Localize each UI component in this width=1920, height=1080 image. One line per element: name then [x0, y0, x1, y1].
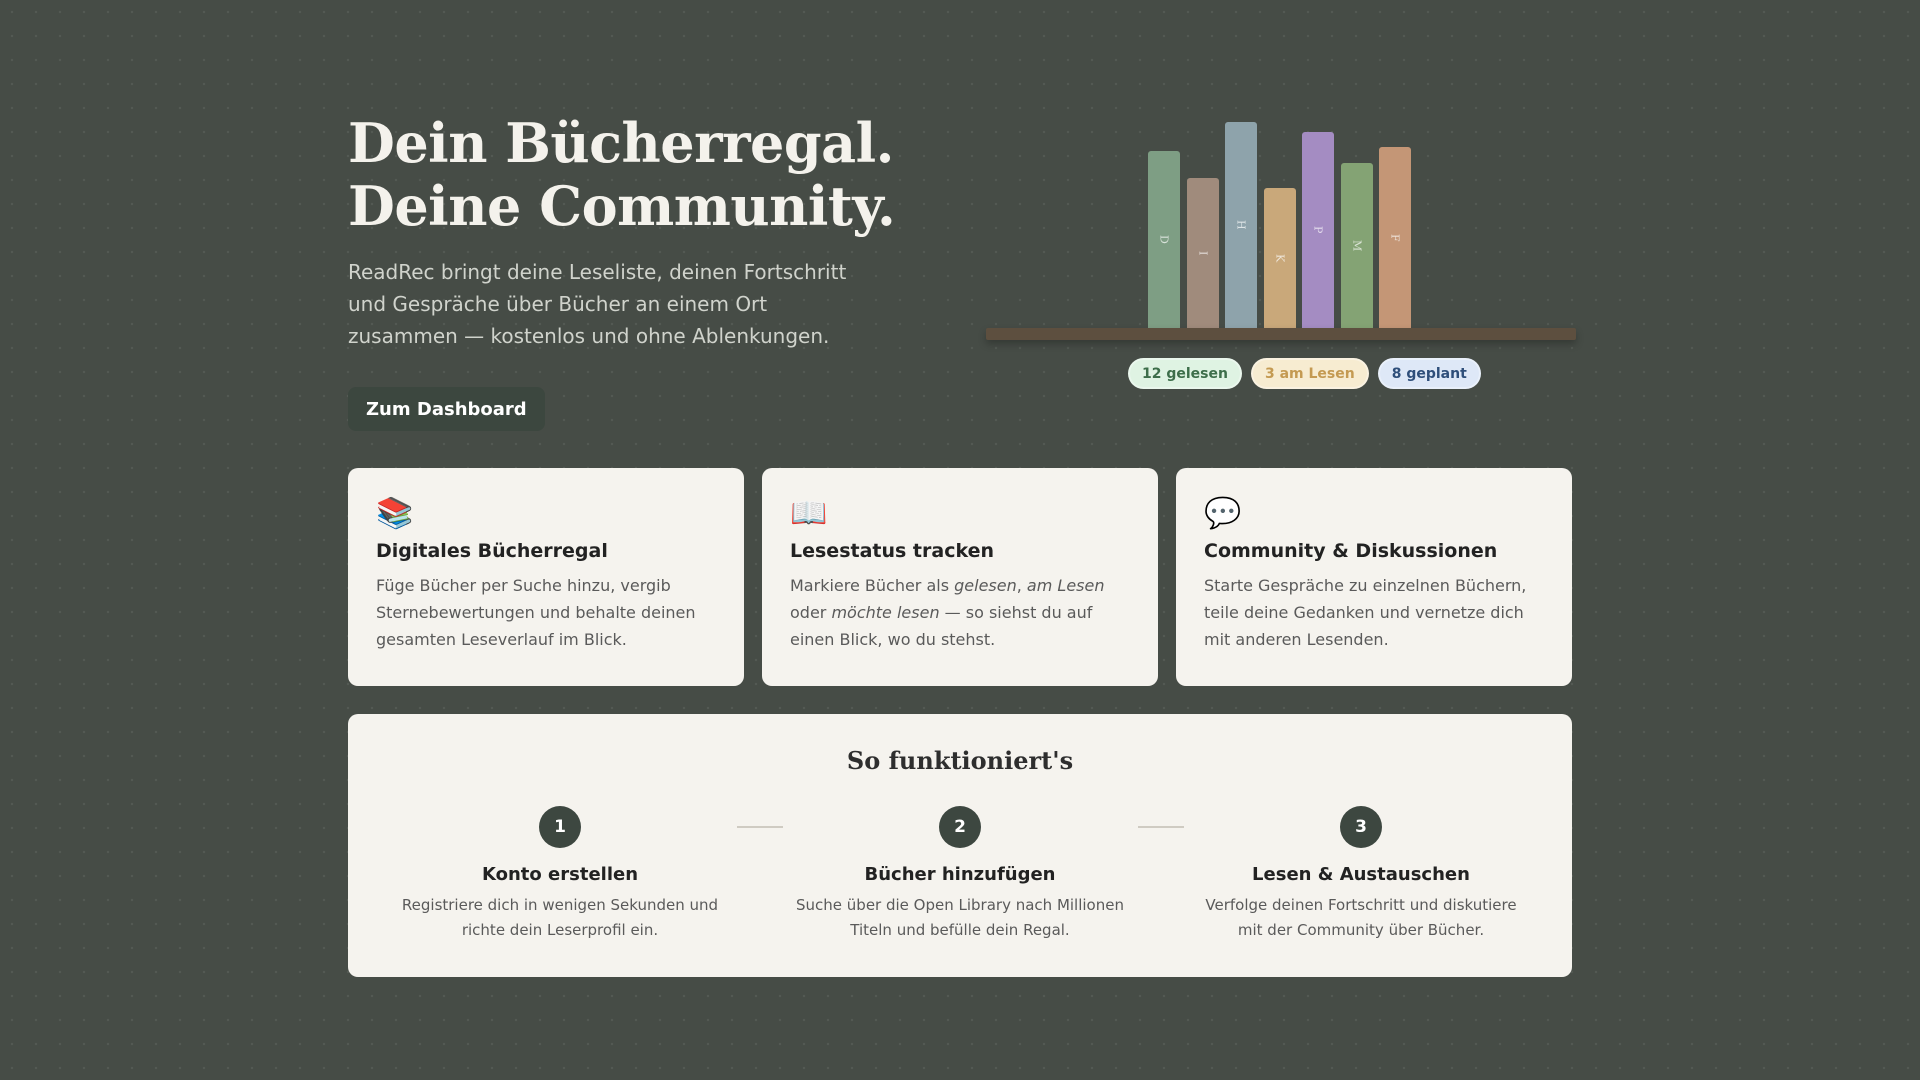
step-title: Lesen & Austauschen — [1252, 864, 1470, 885]
books-icon: 📚 — [376, 496, 414, 531]
book-letter: D — [1157, 235, 1171, 244]
dashboard-button[interactable]: Zum Dashboard — [348, 387, 545, 431]
feature-text: Markiere Bücher als gelesen, am Lesen od… — [790, 576, 1105, 649]
how-title: So funktioniert's — [846, 746, 1074, 775]
step-3: 3 Lesen & Austauschen Verfolge deinen Fo… — [1191, 806, 1531, 943]
feature-card-community: 💬 Community & Diskussionen Starte Gesprä… — [1176, 468, 1572, 686]
step-2: 2 Bücher hinzufügen Suche über die Open … — [790, 806, 1130, 943]
hero-title: Dein Bücherregal. Deine Community. — [348, 112, 908, 238]
book-spine: F — [1379, 147, 1411, 328]
step-title: Konto erstellen — [481, 864, 639, 885]
feature-card-bookshelf: 📚 Digitales Bücherregal Füge Bücher per … — [348, 468, 744, 686]
badge-read: 12 gelesen — [1128, 358, 1242, 389]
how-it-works-section: So funktioniert's 1 Konto erstellen Regi… — [348, 714, 1572, 977]
step-number: 1 — [539, 806, 581, 848]
feature-text: Füge Bücher per Suche hinzu, vergib Ster… — [376, 576, 696, 649]
step-text: Suche über die Open Library nach Million… — [796, 896, 1124, 939]
reading-stats: 12 gelesen 3 am Lesen 8 geplant — [1128, 358, 1481, 389]
hero-subtitle: ReadRec bringt deine Leseliste, deinen F… — [348, 260, 847, 348]
feature-title: Lesestatus tracken — [790, 540, 995, 562]
speech-bubble-icon: 💬 — [1204, 496, 1242, 531]
book-spine: P — [1302, 132, 1334, 328]
badge-current: 3 am Lesen — [1250, 358, 1369, 389]
feature-title: Digitales Bücherregal — [376, 540, 608, 562]
book-letter: P — [1311, 226, 1325, 234]
step-number: 3 — [1340, 806, 1382, 848]
book-letter: K — [1273, 253, 1287, 263]
open-book-icon: 📖 — [790, 496, 828, 531]
shelf-board — [986, 328, 1576, 340]
book-spine: I — [1187, 178, 1219, 328]
step-title: Bücher hinzufügen — [864, 864, 1056, 885]
book-spine: K — [1264, 188, 1296, 328]
feature-title: Community & Diskussionen — [1204, 540, 1498, 562]
badge-planned: 8 geplant — [1377, 358, 1481, 389]
bookshelf-illustration: D I H K P M F — [986, 110, 1576, 400]
step-1: 1 Konto erstellen Registriere dich in we… — [390, 806, 730, 943]
feature-text: Starte Gespräche zu einzelnen Büchern, t… — [1204, 576, 1527, 649]
book-letter: I — [1196, 250, 1210, 256]
book-spine: H — [1225, 122, 1257, 328]
step-connector — [1138, 826, 1184, 828]
book-letter: F — [1388, 233, 1402, 242]
book-spine: D — [1148, 151, 1180, 328]
book-letter: H — [1234, 220, 1248, 230]
book-spine: M — [1341, 163, 1373, 328]
hero-title-line1: Dein Bücherregal. — [348, 111, 894, 175]
step-connector — [737, 826, 783, 828]
feature-card-status: 📖 Lesestatus tracken Markiere Bücher als… — [762, 468, 1158, 686]
hero-title-line2: Deine Community. — [348, 174, 896, 238]
hero-section: Dein Bücherregal. Deine Community. ReadR… — [348, 112, 908, 352]
step-text: Verfolge deinen Fortschritt und diskutie… — [1205, 896, 1517, 939]
feature-cards: 📚 Digitales Bücherregal Füge Bücher per … — [348, 468, 1572, 686]
step-text: Registriere dich in wenigen Sekunden und… — [401, 896, 719, 939]
step-number: 2 — [939, 806, 981, 848]
book-letter: M — [1350, 239, 1364, 252]
books-row: D I H K P M F — [1148, 110, 1418, 328]
